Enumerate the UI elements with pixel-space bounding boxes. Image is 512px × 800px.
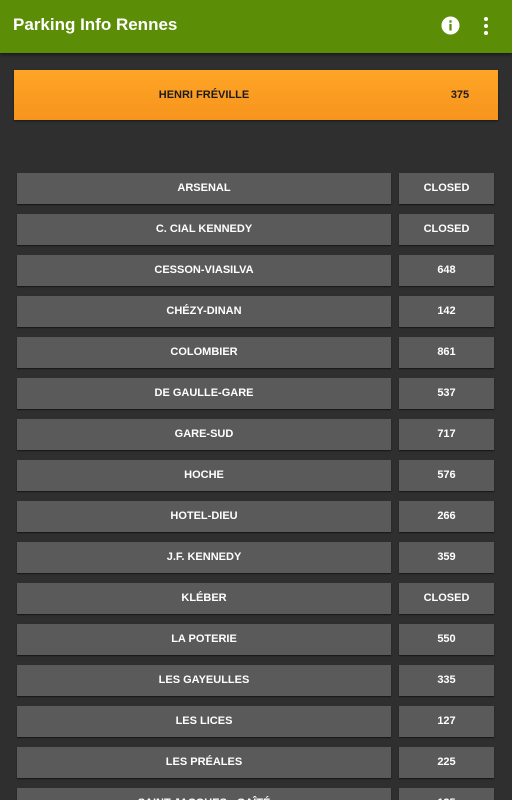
favorite-parking-card[interactable]: HENRI FRÉVILLE 375 (14, 70, 498, 120)
parking-available-count[interactable]: 266 (399, 501, 494, 532)
parking-available-count[interactable]: 717 (399, 419, 494, 450)
parking-available-count[interactable]: 125 (399, 788, 494, 800)
parking-available-count[interactable]: 225 (399, 747, 494, 778)
parking-name[interactable]: LES PRÉALES (17, 747, 391, 778)
parking-row[interactable]: LA POTERIE 550 (0, 624, 512, 655)
parking-name[interactable]: ARSENAL (17, 173, 391, 204)
parking-name[interactable]: DE GAULLE-GARE (17, 378, 391, 409)
parking-row[interactable]: CHÉZY-DINAN 142 (0, 296, 512, 327)
parking-row[interactable]: DE GAULLE-GARE 537 (0, 378, 512, 409)
app-title: Parking Info Rennes (13, 15, 178, 34)
parking-available-count[interactable]: CLOSED (399, 173, 494, 204)
parking-row[interactable]: CESSON-VIASILVA 648 (0, 255, 512, 286)
parking-available-count[interactable]: 576 (399, 460, 494, 491)
parking-available-count[interactable]: 861 (399, 337, 494, 368)
parking-available-count[interactable]: 359 (399, 542, 494, 573)
parking-row[interactable]: KLÉBER CLOSED (0, 583, 512, 614)
parking-name[interactable]: HOCHE (17, 460, 391, 491)
parking-available-count[interactable]: 335 (399, 665, 494, 696)
parking-row[interactable]: C. CIAL KENNEDY CLOSED (0, 214, 512, 245)
parking-available-count[interactable]: 127 (399, 706, 494, 737)
parking-name[interactable]: CHÉZY-DINAN (17, 296, 391, 327)
app-bar: Parking Info Rennes (0, 0, 512, 53)
parking-row[interactable]: J.F. KENNEDY 359 (0, 542, 512, 573)
parking-name[interactable]: J.F. KENNEDY (17, 542, 391, 573)
parking-available-count[interactable]: 550 (399, 624, 494, 655)
parking-row[interactable]: HOCHE 576 (0, 460, 512, 491)
parking-row[interactable]: LES GAYEULLES 335 (0, 665, 512, 696)
parking-name[interactable]: C. CIAL KENNEDY (17, 214, 391, 245)
parking-row[interactable]: LES LICES 127 (0, 706, 512, 737)
parking-row[interactable]: COLOMBIER 861 (0, 337, 512, 368)
parking-row[interactable]: LES PRÉALES 225 (0, 747, 512, 778)
favorite-parking-name: HENRI FRÉVILLE (158, 89, 250, 101)
parking-available-count[interactable]: CLOSED (399, 583, 494, 614)
parking-available-count[interactable]: 142 (399, 296, 494, 327)
parking-name[interactable]: HOTEL-DIEU (17, 501, 391, 532)
parking-available-count[interactable]: CLOSED (399, 214, 494, 245)
parking-name[interactable]: LA POTERIE (17, 624, 391, 655)
parking-name[interactable]: GARE-SUD (17, 419, 391, 450)
parking-row[interactable]: ARSENAL CLOSED (0, 173, 512, 204)
parking-name[interactable]: LES LICES (17, 706, 391, 737)
parking-content: HENRI FRÉVILLE 375 ARSENAL CLOSED C. CIAL … (0, 53, 512, 800)
parking-row[interactable]: SAINT-JACQUES - GAÎTÉ 125 (0, 788, 512, 800)
parking-available-count[interactable]: 648 (399, 255, 494, 286)
parking-name[interactable]: KLÉBER (17, 583, 391, 614)
parking-name[interactable]: COLOMBIER (17, 337, 391, 368)
parking-row[interactable]: HOTEL-DIEU 266 (0, 501, 512, 532)
parking-row[interactable]: GARE-SUD 717 (0, 419, 512, 450)
parking-name[interactable]: CESSON-VIASILVA (17, 255, 391, 286)
more-vert-icon (484, 17, 488, 35)
parking-name[interactable]: SAINT-JACQUES - GAÎTÉ (17, 788, 391, 800)
overflow-menu-button[interactable] (478, 14, 494, 38)
info-button[interactable] (441, 16, 460, 35)
parking-name[interactable]: LES GAYEULLES (17, 665, 391, 696)
info-icon (441, 16, 460, 35)
favorite-parking-count: 375 (450, 89, 470, 101)
parking-available-count[interactable]: 537 (399, 378, 494, 409)
